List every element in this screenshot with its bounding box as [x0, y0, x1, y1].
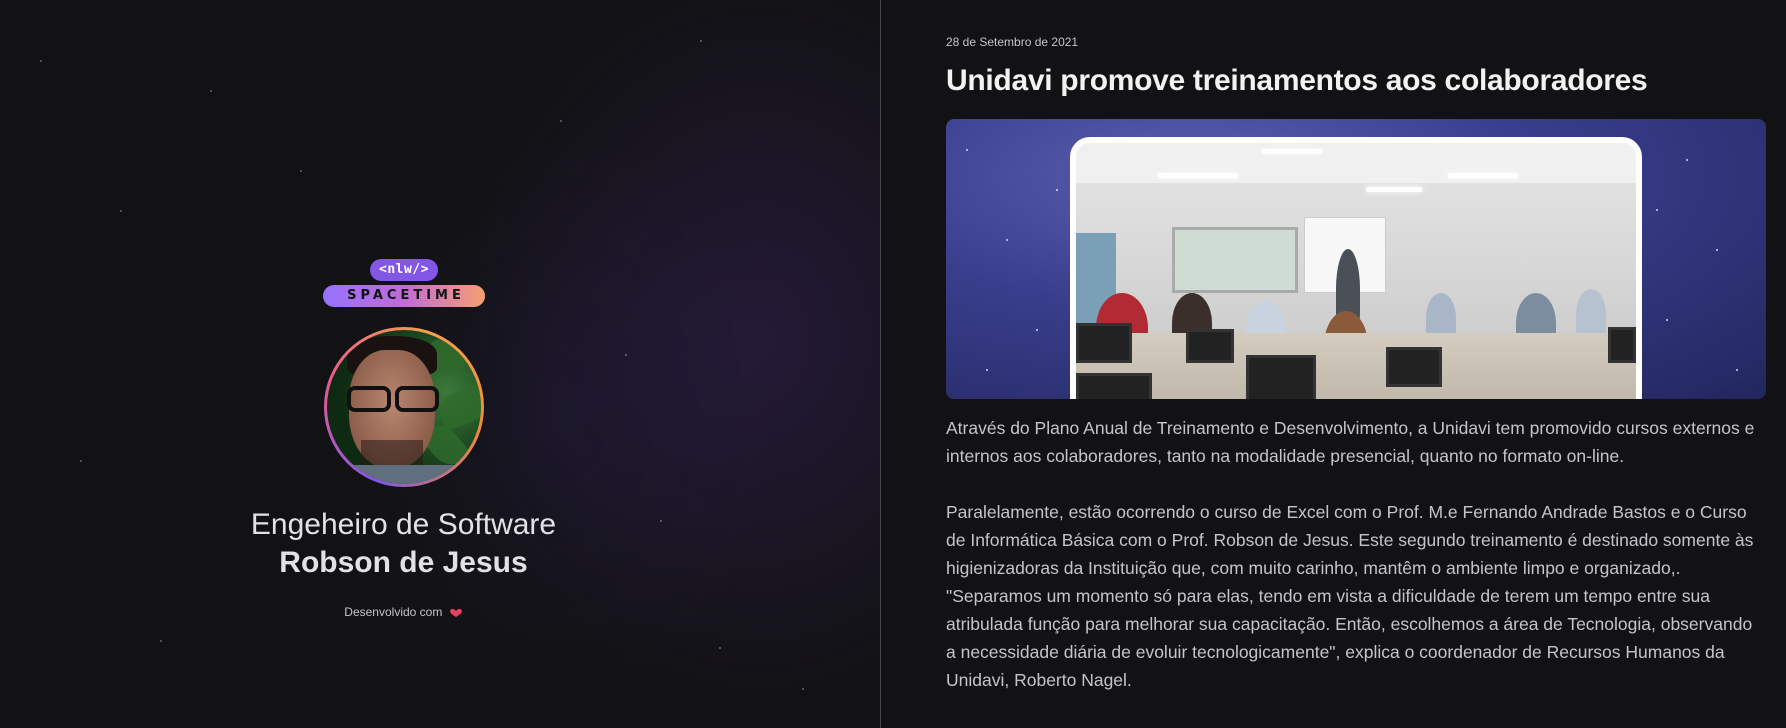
post-body: Através do Plano Anual de Treinamento e …	[946, 414, 1766, 722]
star-decoration	[560, 120, 562, 122]
spacetime-logo: <nlw/> SPACETIME	[323, 259, 485, 309]
spacetime-wordmark: SPACETIME	[323, 285, 485, 307]
post-panel: 28 de Setembro de 2021 Unidavi promove t…	[882, 0, 1786, 728]
post-paragraph: Através do Plano Anual de Treinamento e …	[946, 418, 1755, 466]
star-decoration	[802, 688, 804, 690]
avatar[interactable]	[324, 327, 484, 487]
star-decoration	[719, 647, 721, 649]
star-decoration	[625, 354, 627, 356]
credit-label: Desenvolvido com	[344, 605, 443, 619]
post-cover-image	[946, 119, 1766, 399]
star-decoration	[700, 40, 702, 42]
heart-icon	[449, 608, 462, 617]
star-decoration	[120, 210, 122, 212]
star-decoration	[210, 90, 212, 92]
profile-role: Engeheiro de Software	[250, 508, 557, 541]
post-paragraph: Paralelamente, estão ocorrendo o curso d…	[946, 502, 1754, 690]
star-decoration	[160, 640, 162, 642]
profile-name: Robson de Jesus	[279, 546, 528, 579]
star-decoration	[300, 170, 302, 172]
star-decoration	[80, 460, 82, 462]
avatar-photo	[327, 330, 481, 484]
star-decoration	[40, 60, 42, 62]
post-title: Unidavi promove treinamentos aos colabor…	[946, 64, 1648, 97]
profile-panel: <nlw/> SPACETIME Engeheiro de Software R…	[0, 0, 881, 728]
classroom-photo	[1070, 137, 1642, 399]
developed-with-credit: Desenvolvido com	[0, 605, 807, 619]
post-date: 28 de Setembro de 2021	[946, 35, 1079, 49]
nlw-badge: <nlw/>	[370, 259, 438, 281]
